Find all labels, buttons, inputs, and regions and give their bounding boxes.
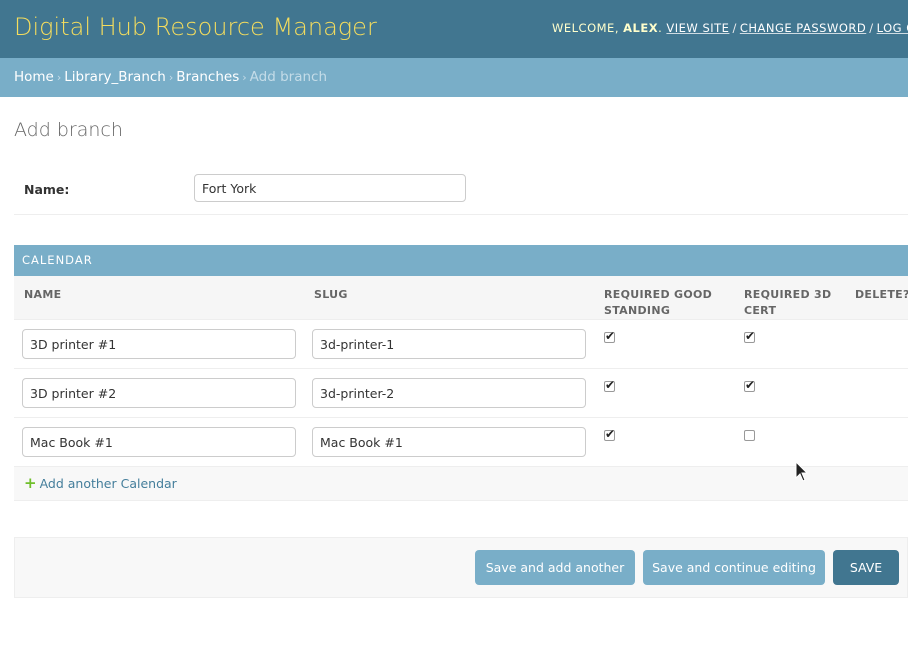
good-standing-checkbox[interactable]: [604, 427, 615, 441]
welcome-text: Welcome,: [552, 21, 619, 35]
breadcrumb-library-branch[interactable]: Library_Branch: [64, 69, 166, 85]
save-button[interactable]: SAVE: [833, 550, 899, 585]
plus-icon: +: [24, 474, 37, 492]
calendar-name-input[interactable]: [22, 329, 296, 359]
site-name[interactable]: Digital Hub Resource Manager: [14, 13, 377, 41]
breadcrumb-home[interactable]: Home: [14, 69, 54, 85]
calendar-slug-input[interactable]: [312, 378, 586, 408]
calendar-slug-input[interactable]: [312, 427, 586, 457]
delete-cell: [845, 417, 908, 467]
header: Digital Hub Resource Manager Welcome, Al…: [0, 0, 908, 58]
user-tools: Welcome, Alex. View site / Change password…: [552, 21, 908, 35]
view-site-link[interactable]: View site: [666, 21, 729, 35]
name-label: Name:: [24, 182, 70, 197]
submit-row: Save and add another Save and continue e…: [14, 537, 908, 598]
column-header-3d-cert: Required 3D cert: [734, 276, 845, 320]
name-form-row: Name:: [14, 164, 908, 215]
cert-checkbox[interactable]: [744, 430, 755, 441]
table-row: [14, 417, 908, 467]
page-title: Add branch: [14, 119, 123, 141]
calendar-name-input[interactable]: [22, 427, 296, 457]
name-input[interactable]: [194, 174, 466, 202]
log-out-link[interactable]: Log out: [877, 21, 908, 35]
breadcrumb-branches[interactable]: Branches: [176, 69, 239, 85]
good-standing-checkbox[interactable]: [604, 329, 615, 343]
calendar-slug-input[interactable]: [312, 329, 586, 359]
add-another-row: + Add another Calendar: [14, 467, 908, 501]
table-row: [14, 368, 908, 418]
calendar-caption: Calendar: [14, 245, 908, 276]
delete-cell: [845, 319, 908, 369]
calendar-inline-group: Calendar Name Slug Required good standin…: [14, 245, 908, 501]
add-another-calendar-link[interactable]: Add another Calendar: [40, 476, 177, 491]
column-header-slug: Slug: [304, 276, 594, 320]
save-and-add-another-button[interactable]: Save and add another: [475, 550, 635, 585]
table-header-row: Name Slug Required good standing Require…: [14, 276, 908, 320]
breadcrumb-current: Add branch: [249, 69, 327, 85]
calendar-name-input[interactable]: [22, 378, 296, 408]
username: Alex: [623, 21, 659, 35]
column-header-name: Name: [14, 276, 304, 320]
change-password-link[interactable]: Change password: [740, 21, 866, 35]
calendar-table: Name Slug Required good standing Require…: [14, 276, 908, 467]
column-header-delete: Delete?: [845, 276, 908, 320]
breadcrumb: Home › Library_Branch › Branches › Add branch: [0, 58, 908, 97]
good-standing-checkbox[interactable]: [604, 378, 615, 392]
cert-checkbox[interactable]: [744, 378, 755, 392]
column-header-good-standing: Required good standing: [594, 276, 734, 320]
cert-checkbox[interactable]: [744, 329, 755, 343]
table-row: [14, 319, 908, 369]
delete-cell: [845, 368, 908, 418]
save-and-continue-button[interactable]: Save and continue editing: [643, 550, 825, 585]
